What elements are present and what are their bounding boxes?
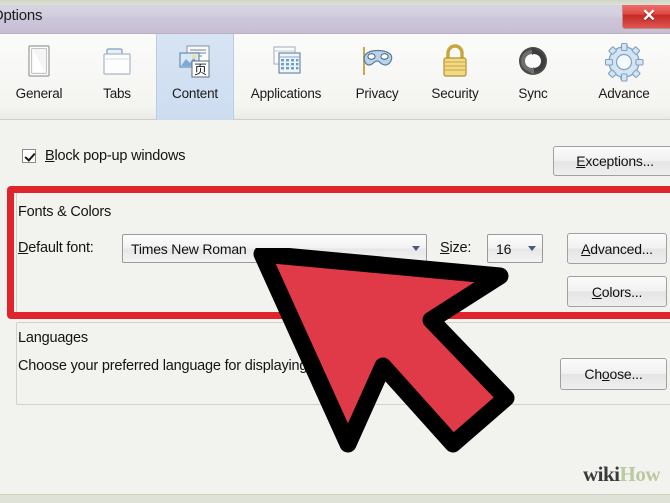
tab-applications-label: Applications	[250, 86, 322, 101]
mask-icon	[356, 41, 398, 83]
checkbox-checked-icon	[22, 149, 36, 163]
advanced-label-rest: dvanced...	[590, 240, 653, 257]
tab-advanced-label: Advance	[598, 86, 650, 101]
colors-accesskey: C	[591, 283, 602, 300]
default-font-select[interactable]: Times New Roman	[122, 234, 427, 263]
exceptions-label-rest: xceptions...	[585, 153, 654, 169]
tab-advanced[interactable]: Advance	[572, 34, 670, 120]
exceptions-accesskey: E	[576, 153, 586, 169]
font-size-label: Size:	[440, 240, 471, 256]
wikihow-watermark: wikiHow	[582, 462, 661, 487]
default-font-label: Default font:	[18, 240, 94, 256]
tab-tabs[interactable]: Tabs	[78, 34, 156, 120]
padlock-icon	[434, 41, 476, 83]
chevron-down-icon	[406, 246, 426, 251]
font-size-select[interactable]: 16	[487, 234, 543, 263]
document-page-icon	[18, 41, 60, 83]
bottom-strip	[0, 494, 670, 503]
languages-description: Choose your preferred language for displ…	[18, 358, 308, 374]
choose-language-button[interactable]: Ch o ose...	[560, 358, 667, 390]
tab-general[interactable]: General	[0, 34, 78, 120]
choose-label-rest: ose...	[609, 366, 643, 382]
block-popups-row: Block pop-up windows	[22, 148, 185, 164]
choose-accesskey: o	[601, 366, 610, 382]
watermark-wiki: wiki	[582, 462, 620, 486]
colors-button[interactable]: Colors...	[567, 276, 667, 307]
default-font-label-rest: efault font:	[28, 240, 94, 256]
default-font-accesskey: D	[18, 240, 29, 256]
window-title: Options	[0, 7, 43, 24]
colors-label-rest: olors...	[601, 283, 643, 300]
block-popups-checkbox[interactable]: Block pop-up windows	[22, 148, 185, 164]
watermark-how: How	[619, 462, 661, 486]
advanced-button[interactable]: Advanced...	[567, 233, 667, 264]
close-button[interactable]: ✕	[622, 1, 670, 29]
font-size-label-rest: ize:	[449, 240, 472, 256]
tab-sync-label: Sync	[518, 86, 548, 101]
content-page-icon: 页	[174, 41, 216, 83]
svg-text:页: 页	[194, 63, 207, 78]
tab-tabs-label: Tabs	[103, 86, 131, 101]
font-size-value: 16	[496, 240, 512, 257]
exceptions-button[interactable]: Exceptions...	[553, 146, 670, 176]
tab-privacy-label: Privacy	[355, 86, 399, 101]
tab-content-label: Content	[172, 86, 218, 101]
languages-title: Languages	[18, 330, 88, 346]
chevron-down-icon	[522, 246, 542, 251]
tab-sync[interactable]: Sync	[494, 34, 572, 120]
tab-security[interactable]: Security	[416, 34, 494, 120]
tab-strip: General Tabs 页 Content Applications Priv…	[0, 34, 670, 120]
default-font-value: Times New Roman	[131, 240, 247, 257]
gear-icon	[603, 41, 645, 83]
close-icon: ✕	[641, 5, 657, 25]
tab-security-label: Security	[431, 86, 479, 101]
applications-icon	[265, 41, 307, 83]
tab-content[interactable]: 页 Content	[156, 34, 234, 120]
options-dialog: Options ✕ General	[0, 0, 670, 503]
tab-privacy[interactable]: Privacy	[338, 34, 416, 120]
advanced-accesskey: A	[581, 240, 591, 257]
sync-arrows-icon	[512, 41, 554, 83]
tab-applications[interactable]: Applications	[234, 34, 338, 120]
block-popups-label: Block pop-up windows	[45, 148, 185, 164]
fonts-colors-title: Fonts & Colors	[18, 204, 112, 220]
folder-tabs-icon	[96, 41, 138, 83]
title-bar: Options ✕	[0, 0, 670, 34]
block-popups-label-rest: lock pop-up windows	[54, 148, 186, 164]
tab-general-label: General	[15, 86, 63, 101]
choose-label-prefix: Ch	[584, 366, 602, 382]
